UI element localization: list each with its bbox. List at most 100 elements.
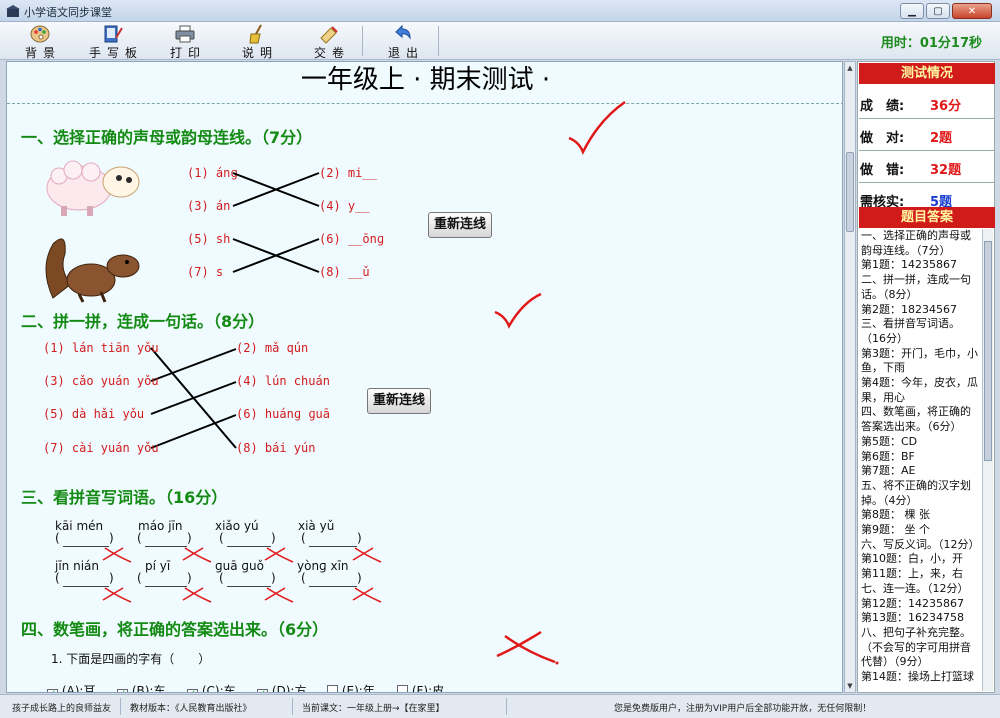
checkbox-unchecked[interactable] — [327, 685, 338, 692]
answer-line: 第10题：白，小，开 — [861, 552, 963, 566]
answer-line: 第11题：上，来，右 — [861, 567, 963, 581]
cross-icon — [182, 547, 212, 563]
scroll-up-arrow-icon[interactable]: ▲ — [846, 63, 854, 73]
help-button[interactable]: 说明 — [227, 24, 287, 60]
checkbox-unchecked[interactable] — [397, 685, 408, 692]
answer-line: 四、数笔画，将正确的答案选出来。（6分） — [861, 405, 971, 434]
wrong-row: 做 错: 32题 — [860, 159, 992, 178]
status-lesson: 当前课文：一年级上册→【在家里】 — [302, 704, 445, 714]
app-logo-icon — [6, 5, 20, 17]
s4-option-c[interactable]: ✓ (C):车 — [187, 682, 236, 693]
s4-option-e[interactable]: (E):年 — [327, 682, 375, 693]
wrong-value: 32题 — [930, 163, 962, 178]
handwriting-pad-button[interactable]: 手写板 — [83, 24, 144, 60]
minimize-button[interactable]: ▁ — [900, 3, 924, 19]
answer-line: 第1题：14235867 — [861, 258, 957, 272]
background-label: 背景 — [24, 46, 61, 60]
answer-line: 第14题：操场上打篮球 — [861, 670, 974, 684]
toolbar-separator — [438, 26, 439, 56]
answers-list: 一、选择正确的声母或韵母连线。（7分） 第1题：14235867 二、拼一拼，连… — [861, 229, 980, 685]
cross-icon — [352, 547, 382, 563]
answer-line: 第3题：开门，毛巾，小鱼，下雨 — [861, 346, 978, 375]
title-bar: 小学语文同步课堂 ▁ ▢ ✕ — [0, 0, 1000, 22]
status-header: 测试情况 — [859, 63, 995, 84]
answers-scrollbar-thumb[interactable] — [984, 241, 992, 461]
s4-option-a[interactable]: ✓ (A):耳 — [47, 682, 96, 693]
answer-line: 六、写反义词。（12分） — [861, 537, 980, 551]
checkbox-checked[interactable]: ✓ — [117, 689, 128, 692]
results-panel: 测试情况 成 绩: 36分 做 对: 2题 做 错: 32题 需核实: 5题 题目答案 … — [857, 61, 995, 693]
answers-header: 题目答案 — [859, 207, 995, 228]
checkbox-checked[interactable]: ✓ — [187, 689, 198, 692]
handwriting-pad-icon — [104, 25, 123, 43]
answer-line: 二、拼一拼，连成一句话。（8分） — [861, 273, 971, 301]
score-row: 成 绩: 36分 — [860, 95, 992, 114]
cross-icon — [102, 587, 132, 603]
handwriting-pad-label: 手写板 — [89, 46, 144, 60]
close-button[interactable]: ✕ — [952, 3, 992, 19]
cross-icon — [352, 587, 382, 603]
score-value: 36分 — [930, 99, 962, 114]
correct-row: 做 对: 2题 — [860, 127, 992, 146]
correct-label: 做 对: — [860, 131, 905, 146]
cross-icon — [264, 547, 294, 563]
divider — [859, 182, 995, 183]
status-bar: 孩子成长路上的良师益友 教材版本：《人民教育出版社》 当前课文：一年级上册→【在… — [0, 694, 1000, 718]
divider — [859, 150, 995, 151]
help-broom-icon — [249, 24, 262, 44]
s4-option-b-label: (B):东 — [131, 684, 166, 693]
answer-line: 七、连一连。（12分） — [861, 581, 969, 595]
submit-button[interactable]: 交卷 — [299, 24, 359, 60]
cross-icon — [182, 587, 212, 603]
s4-option-f[interactable]: (F):皮 — [397, 682, 444, 692]
answer-line: 第6题：BF — [861, 449, 915, 463]
section4-title: 四、数笔画，将正确的答案选出来。（6分） — [21, 620, 329, 639]
exit-button[interactable]: 退出 — [373, 24, 433, 60]
submit-label: 交卷 — [313, 46, 350, 60]
answer-line: 第4题：今年，皮衣，瓜果，用心 — [861, 376, 978, 404]
answer-line: 第7题：AE — [861, 464, 916, 478]
cross-icon — [102, 547, 132, 563]
answer-line: 第9题： 坐 个 — [861, 523, 930, 537]
score-label: 成 绩: — [860, 99, 905, 114]
submit-paper-icon — [320, 26, 338, 44]
main-scrollbar[interactable]: ▲ ▼ — [844, 61, 856, 693]
status-separator — [120, 698, 121, 715]
s4-option-d[interactable]: ✓ (D):方 — [257, 682, 307, 693]
s4-option-d-label: (D):方 — [271, 684, 307, 693]
answer-line: 第2题：18234567 — [861, 302, 957, 316]
wrong-label: 做 错: — [860, 163, 905, 178]
exit-label: 退出 — [387, 46, 424, 60]
answer-line: 第5题：CD — [861, 434, 918, 448]
palette-icon — [30, 25, 50, 43]
checkbox-checked[interactable]: ✓ — [47, 689, 58, 692]
elapsed-timer: 用时：01分17秒 — [880, 36, 982, 51]
s4-option-e-label: (E):年 — [341, 684, 375, 693]
answer-line: 一、选择正确的声母或韵母连线。（7分） — [861, 229, 971, 257]
answer-line: 第13题：16234758 — [861, 611, 964, 625]
maximize-button[interactable]: ▢ — [926, 3, 950, 19]
answer-line: 三、看拼音写词语。（16分） — [861, 317, 960, 345]
back-arrow-icon — [395, 24, 411, 40]
divider — [859, 118, 995, 119]
print-button[interactable]: 打印 — [155, 24, 215, 60]
status-edition: 教材版本：《人民教育出版社》 — [130, 704, 252, 714]
s4-option-b[interactable]: ✓ (B):东 — [117, 682, 166, 693]
s4-question: 1. 下面是四画的字有（ ） — [51, 652, 211, 666]
s4-option-a-label: (A):耳 — [61, 684, 96, 693]
status-slogan: 孩子成长路上的良师益友 — [12, 704, 112, 714]
scroll-down-arrow-icon[interactable]: ▼ — [846, 681, 854, 691]
checkbox-checked[interactable]: ✓ — [257, 689, 268, 692]
background-button[interactable]: 背景 — [10, 24, 70, 60]
answers-scrollbar[interactable] — [982, 229, 993, 691]
s4-option-c-label: (C):车 — [201, 684, 236, 693]
status-separator — [506, 698, 507, 715]
answer-line: 第12题：14235867 — [861, 596, 964, 610]
toolbar: 背景 手写板 打印 说明 交卷 退出 用时：01分17秒 — [0, 22, 1000, 60]
toolbar-separator — [362, 26, 363, 56]
status-notice: 您是免费版用户，注册为VIP用户后全部功能开放，无任何限制！ — [614, 704, 872, 714]
scrollbar-thumb[interactable] — [846, 152, 854, 232]
window-title: 小学语文同步课堂 — [24, 6, 112, 19]
test-paper: 一年级上 · 期末测试 · 一、选择正确的声母或韵母连线。（7分） (1) án… — [6, 61, 843, 693]
printer-icon — [175, 25, 195, 43]
